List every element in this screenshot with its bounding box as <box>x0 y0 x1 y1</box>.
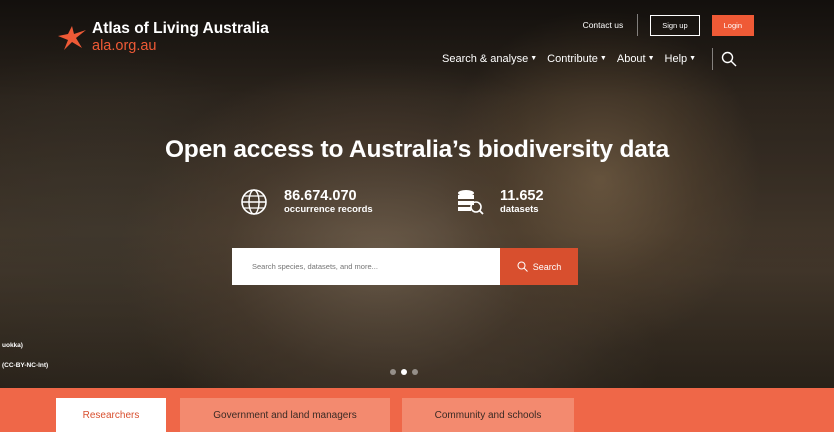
nav-help[interactable]: Help ▼ <box>665 53 697 65</box>
chevron-down-icon: ▼ <box>530 55 538 62</box>
stat-occurrence-records: 86.674.070 occurrence records <box>240 188 373 216</box>
nav-label: Help <box>664 53 688 65</box>
search-icon <box>517 261 528 272</box>
contact-us-link[interactable]: Contact us <box>583 20 624 30</box>
login-button[interactable]: Login <box>711 14 754 36</box>
globe-icon <box>241 189 267 215</box>
carousel-dots <box>390 369 423 375</box>
stat-value: 86.674.070 <box>284 188 357 204</box>
tab-label: Government and land managers <box>213 409 357 421</box>
tab-government-land-managers[interactable]: Government and land managers <box>180 398 390 432</box>
tab-researchers[interactable]: Researchers <box>56 398 166 432</box>
search-button-label: Search <box>532 261 562 272</box>
audience-tabbar: Researchers Government and land managers… <box>0 388 834 432</box>
nav-label: About <box>616 53 646 65</box>
nav-about[interactable]: About ▼ <box>617 53 655 65</box>
photo-license: (CC-BY-NC-Int) <box>2 362 49 369</box>
nav-label: Search & analyse <box>442 53 529 65</box>
nav-label: Contribute <box>547 53 598 65</box>
search-box <box>232 248 500 285</box>
top-links: Contact us Sign up Login <box>583 14 754 36</box>
nav-contribute[interactable]: Contribute ▼ <box>547 53 607 65</box>
chevron-down-icon: ▼ <box>689 55 697 62</box>
site-logo[interactable]: Atlas of Living Australia ala.org.au <box>56 20 269 54</box>
stat-datasets: 11.652 datasets <box>456 188 544 216</box>
carousel-dot[interactable] <box>390 369 396 375</box>
search-icon[interactable] <box>721 51 737 67</box>
search-button[interactable]: Search <box>500 248 578 285</box>
chevron-down-icon: ▼ <box>647 55 655 62</box>
stat-label: datasets <box>500 204 539 215</box>
stat-value: 11.652 <box>500 188 544 204</box>
database-search-icon <box>458 190 484 215</box>
search-input[interactable] <box>250 261 484 272</box>
main-nav: Search & analyse ▼ Contribute ▼ About ▼ Hel… <box>442 48 737 70</box>
logo-title: Atlas of Living Australia <box>92 20 269 37</box>
divider <box>712 48 714 70</box>
tab-label: Community and schools <box>434 409 542 421</box>
logo-subtitle: ala.org.au <box>92 38 157 54</box>
hero-title: Open access to Australia’s biodiversity … <box>164 136 670 163</box>
photo-credit: uokka) <box>2 342 23 349</box>
ala-logo-icon <box>58 26 86 50</box>
chevron-down-icon: ▼ <box>599 55 607 62</box>
stat-label: occurrence records <box>284 204 373 215</box>
divider <box>637 14 639 36</box>
carousel-dot-active[interactable] <box>401 369 407 375</box>
tab-community-schools[interactable]: Community and schools <box>402 398 574 432</box>
nav-search-analyse[interactable]: Search & analyse ▼ <box>442 53 537 65</box>
sign-up-button[interactable]: Sign up <box>650 14 700 36</box>
carousel-dot[interactable] <box>412 369 418 375</box>
tab-label: Researchers <box>82 409 140 421</box>
